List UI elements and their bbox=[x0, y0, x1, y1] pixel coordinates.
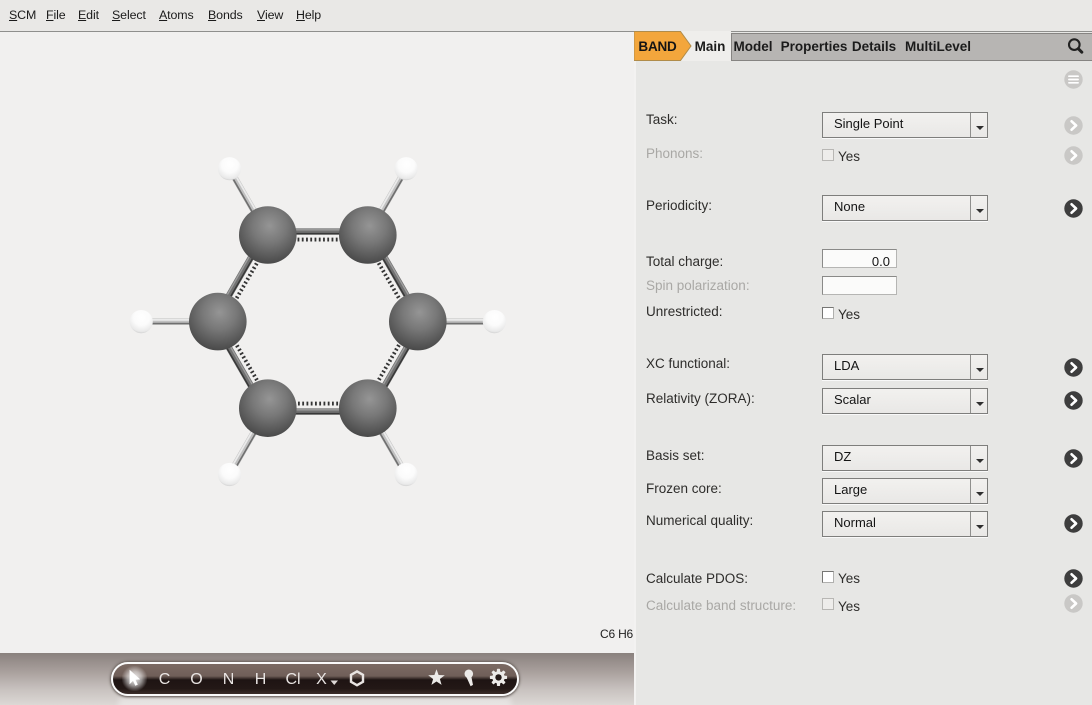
svg-text:C: C bbox=[159, 671, 171, 688]
svg-text:X: X bbox=[316, 671, 327, 688]
svg-text:Cl: Cl bbox=[285, 671, 300, 688]
svg-text:H: H bbox=[255, 671, 267, 688]
svg-text:BAND: BAND bbox=[638, 39, 677, 54]
svg-text:O: O bbox=[190, 671, 202, 688]
svg-text:N: N bbox=[223, 671, 235, 688]
